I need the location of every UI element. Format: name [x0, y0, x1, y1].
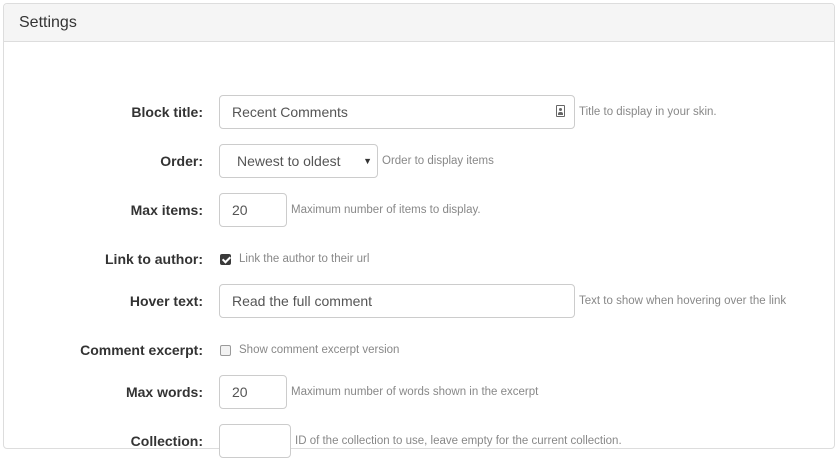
hover-text-input[interactable]: Read the full comment: [219, 284, 575, 318]
comment-excerpt-help: Show comment excerpt version: [239, 344, 400, 356]
settings-panel: Settings Block title: Recent Comments Ti…: [3, 3, 835, 458]
order-value: Newest to oldest: [237, 153, 341, 169]
hover-text-help: Text to show when hovering over the link: [579, 295, 787, 307]
collection-label: Collection:: [130, 433, 203, 449]
link-to-author-checkbox[interactable]: [220, 254, 231, 265]
comment-excerpt-label: Comment excerpt:: [80, 342, 203, 358]
order-select[interactable]: Newest to oldest ▼: [219, 144, 378, 178]
order-help: Order to display items: [382, 155, 494, 167]
order-label: Order:: [160, 153, 203, 169]
max-items-help: Maximum number of items to display.: [291, 204, 481, 216]
block-title-label: Block title:: [131, 104, 203, 120]
collection-help: ID of the collection to use, leave empty…: [295, 435, 622, 447]
contact-card-icon[interactable]: [556, 105, 565, 117]
collection-input[interactable]: [219, 424, 291, 458]
block-title-help: Title to display in your skin.: [579, 106, 717, 118]
hover-text-label: Hover text:: [129, 293, 203, 309]
block-title-value: Recent Comments: [232, 104, 348, 120]
panel-title: Settings: [4, 4, 834, 42]
caret-down-icon: ▼: [363, 156, 372, 166]
link-to-author-help: Link the author to their url: [239, 253, 370, 265]
comment-excerpt-checkbox[interactable]: [220, 345, 231, 356]
block-title-input[interactable]: Recent Comments: [219, 95, 575, 129]
link-to-author-label: Link to author:: [105, 251, 203, 267]
max-words-help: Maximum number of words shown in the exc…: [291, 386, 539, 398]
max-words-input[interactable]: 20: [219, 375, 287, 409]
max-items-label: Max items:: [130, 202, 203, 218]
max-words-label: Max words:: [125, 384, 203, 400]
max-items-input[interactable]: 20: [219, 193, 287, 227]
hover-text-value: Read the full comment: [232, 293, 373, 309]
max-items-value: 20: [232, 202, 248, 218]
max-words-value: 20: [232, 384, 248, 400]
